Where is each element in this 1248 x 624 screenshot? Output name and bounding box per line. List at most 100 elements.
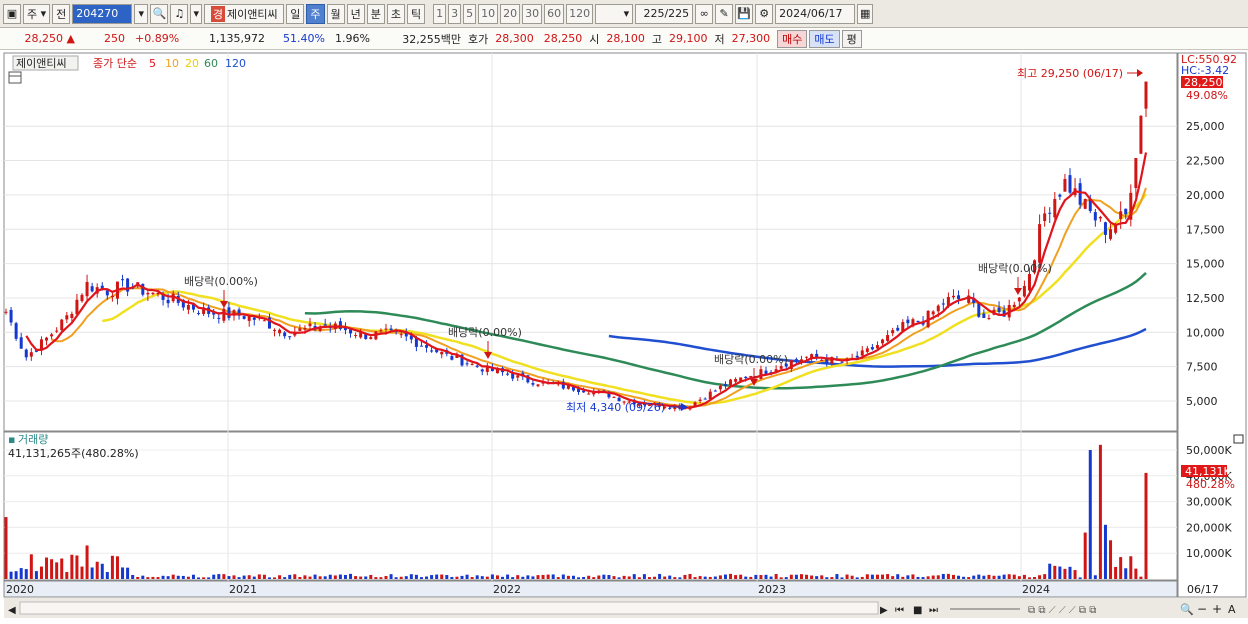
- volume-bar: [161, 575, 165, 579]
- interval-10[interactable]: 10: [478, 3, 499, 24]
- sound-icon[interactable]: ♫: [170, 3, 189, 24]
- auto-scale-icon[interactable]: A: [1228, 603, 1236, 616]
- open-price: 28,100: [606, 32, 645, 45]
- volume-bar: [45, 557, 49, 579]
- volume-bar: [146, 577, 150, 579]
- candle-body: [369, 337, 373, 340]
- volume-bar: [222, 574, 226, 579]
- scrollbar-track[interactable]: [19, 601, 879, 615]
- scroll-left-icon[interactable]: ◀: [8, 605, 16, 616]
- volume-bar: [1073, 570, 1077, 579]
- volume-bar: [333, 575, 337, 579]
- volume-bar: [1038, 575, 1042, 579]
- search-icon[interactable]: 🔍: [150, 3, 169, 24]
- period-minute-tab[interactable]: 분: [366, 3, 385, 24]
- link-icon[interactable]: ∞: [695, 3, 714, 24]
- interval-3[interactable]: 3: [448, 3, 462, 24]
- ask-price-2: 28,250: [543, 32, 583, 45]
- window-menu-button[interactable]: ▣: [3, 3, 21, 24]
- period-week-tab[interactable]: 주: [306, 3, 325, 24]
- volume-bar: [414, 574, 418, 579]
- candle-body: [891, 330, 895, 334]
- volume-bar: [637, 577, 641, 579]
- volume-bar: [870, 574, 874, 579]
- candle-body: [60, 319, 64, 331]
- volume-bar: [713, 576, 717, 579]
- volume-bar: [475, 575, 479, 579]
- volume-bar: [460, 575, 464, 579]
- forward-icon[interactable]: ⏭: [929, 605, 938, 616]
- candle-body: [470, 363, 474, 365]
- interval-5[interactable]: 5: [463, 3, 477, 24]
- volume-bar: [1053, 565, 1057, 579]
- period-tick-tab[interactable]: 틱: [407, 3, 426, 24]
- sell-button[interactable]: 매도: [809, 29, 840, 48]
- volume-bar: [977, 574, 981, 579]
- interval-1[interactable]: 1: [433, 3, 447, 24]
- volume-bar: [379, 577, 383, 579]
- period-second-tab[interactable]: 초: [386, 3, 406, 24]
- market-select[interactable]: 주 ▾: [23, 3, 51, 24]
- volume-bar: [105, 572, 109, 579]
- stock-name-field[interactable]: 경 제이앤티씨: [204, 3, 285, 24]
- gear-icon[interactable]: ⚙: [755, 3, 774, 24]
- date-input[interactable]: 2024/06/17: [775, 3, 856, 24]
- candle-body: [977, 302, 981, 317]
- draw-tools-icon[interactable]: ⧉ ⧉ ⟋ ⟋ ⟋ ⧉ ⧉: [1028, 605, 1096, 616]
- volume-bar: [60, 558, 64, 579]
- save-icon[interactable]: 💾: [735, 3, 754, 24]
- magnify-icon[interactable]: 🔍: [1180, 602, 1194, 616]
- prev-button[interactable]: 전: [52, 3, 71, 24]
- interval-60[interactable]: 60: [544, 3, 565, 24]
- price-tick: 22,500: [1186, 155, 1225, 168]
- buy-button[interactable]: 매수: [777, 29, 808, 48]
- sound-dropdown-icon[interactable]: ▾: [190, 3, 203, 24]
- volume-bar: [435, 574, 439, 579]
- volume-bar: [85, 545, 89, 579]
- price-chart-svg[interactable]: 제이앤티씨 종가 단순 5 10 20 60 120 최고 29,250 (06…: [0, 50, 1248, 621]
- code-dropdown-icon[interactable]: ▾: [134, 3, 149, 24]
- candle-body: [820, 359, 824, 361]
- scroll-right-icon[interactable]: ▶: [880, 605, 888, 616]
- candle-body: [80, 294, 84, 302]
- period-month-tab[interactable]: 월: [326, 3, 345, 24]
- stop-icon[interactable]: ■: [913, 605, 922, 616]
- volume-bar: [450, 576, 454, 579]
- zoom-in-icon[interactable]: +: [1212, 602, 1222, 616]
- volume-bar: [430, 575, 434, 579]
- eval-button[interactable]: 평: [841, 29, 862, 48]
- volume-bar: [323, 576, 327, 579]
- period-year-tab[interactable]: 년: [346, 3, 365, 24]
- volume-bar: [100, 563, 104, 579]
- open-label: 시: [589, 32, 600, 46]
- volume-bar: [1058, 566, 1062, 579]
- volume-bar: [75, 555, 79, 579]
- draw-icon[interactable]: ✎: [715, 3, 734, 24]
- rewind-icon[interactable]: ⏮: [895, 605, 904, 616]
- volume-bar: [946, 573, 950, 579]
- volume-bar: [860, 576, 864, 579]
- volume-bar: [556, 577, 560, 579]
- volume-bar: [1129, 556, 1133, 579]
- interval-120[interactable]: 120: [566, 3, 594, 24]
- volume-bar: [607, 575, 611, 579]
- candle-body: [875, 345, 879, 349]
- calendar-icon[interactable]: ▦: [857, 3, 874, 24]
- count-input[interactable]: 225/225: [635, 3, 694, 24]
- candle-body: [354, 335, 358, 337]
- stock-code-input[interactable]: 204270: [72, 3, 133, 24]
- period-day-tab[interactable]: 일: [286, 3, 305, 24]
- interval-20[interactable]: 20: [500, 3, 521, 24]
- candle-body: [941, 303, 945, 305]
- volume-bar: [754, 574, 758, 579]
- candle-body: [450, 356, 454, 360]
- table-icon[interactable]: [8, 71, 22, 84]
- volume-close-icon[interactable]: [1233, 434, 1244, 444]
- interval-30[interactable]: 30: [522, 3, 543, 24]
- volume-bar: [521, 576, 525, 579]
- volume-bar: [1002, 574, 1006, 579]
- volume-bar: [338, 574, 342, 579]
- zoom-out-icon[interactable]: −: [1197, 602, 1207, 616]
- volume-bar: [698, 576, 702, 579]
- interval-custom-select[interactable]: ▾: [595, 3, 634, 24]
